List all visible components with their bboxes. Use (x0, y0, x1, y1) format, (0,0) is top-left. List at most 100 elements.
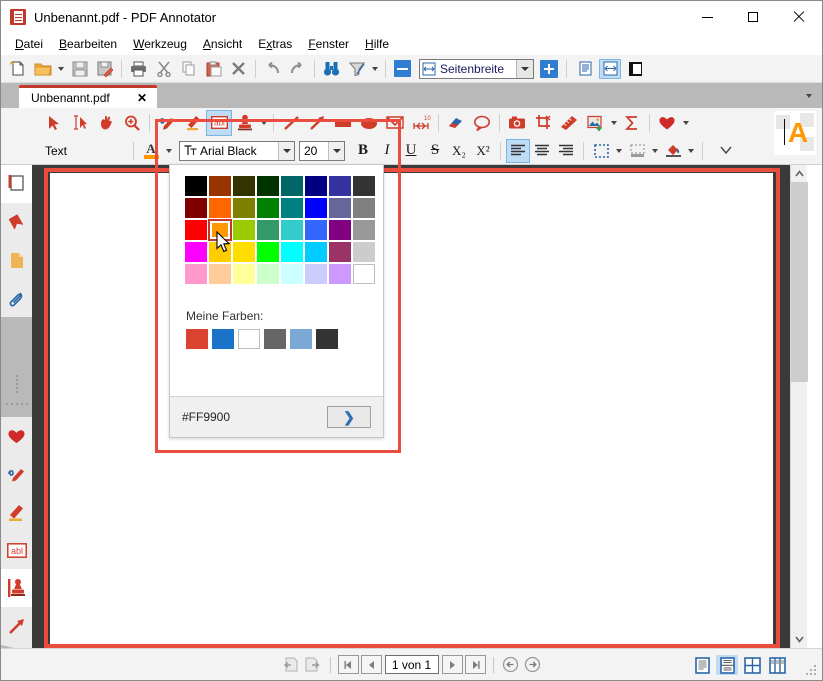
align-right-icon[interactable] (554, 139, 578, 163)
color-picker-popup[interactable]: Meine Farben: #FF9900 ❯ (169, 164, 384, 438)
polygon-tool[interactable] (382, 110, 408, 136)
bold-button[interactable]: B (351, 139, 375, 163)
zoom-out-icon[interactable] (390, 57, 415, 81)
formula-sigma-tool[interactable] (619, 110, 645, 136)
fit-width-view-icon[interactable] (599, 58, 621, 79)
document-tab[interactable]: Unbenannt.pdf ✕ (19, 85, 157, 108)
font-size-combo[interactable]: 20 (299, 140, 345, 161)
tab-overflow-menu-icon[interactable] (800, 87, 818, 105)
font-size-dropdown-arrow[interactable] (328, 141, 344, 160)
bookmark-ribbon-tool[interactable] (1, 203, 32, 248)
find-binoculars-icon[interactable] (319, 57, 344, 81)
color-swatch[interactable] (232, 219, 256, 241)
print-icon[interactable] (126, 57, 151, 81)
paint-bucket-dropdown-icon[interactable] (685, 139, 697, 163)
next-page-button[interactable] (441, 655, 463, 674)
hex-value-text[interactable]: #FF9900 (182, 410, 327, 424)
resize-grip[interactable] (806, 665, 818, 677)
color-swatch[interactable] (232, 263, 256, 285)
single-page-view-icon[interactable] (574, 59, 596, 79)
cell-fill-dropdown-icon[interactable] (649, 139, 661, 163)
last-page-button[interactable] (464, 655, 486, 674)
page-thumbnail-tool[interactable] (1, 165, 32, 210)
first-page-button[interactable] (337, 655, 359, 674)
arrow-tool[interactable] (304, 110, 330, 136)
strikethrough-button[interactable]: S (423, 139, 447, 163)
new-document-icon[interactable] (5, 57, 30, 81)
filter-icon[interactable] (344, 57, 369, 81)
color-swatch[interactable] (328, 197, 352, 219)
italic-button[interactable]: I (375, 139, 399, 163)
my-color-swatch[interactable] (290, 329, 312, 349)
scroll-down-arrow[interactable] (791, 631, 808, 648)
menu-hilfe[interactable]: Hilfe (357, 35, 397, 53)
ruler-tool[interactable] (556, 110, 582, 136)
select-arrow-tool[interactable] (41, 110, 67, 136)
color-swatch[interactable] (280, 263, 304, 285)
my-color-swatch[interactable] (186, 329, 208, 349)
squiggle-pen-tool[interactable] (154, 110, 180, 136)
previous-page-button[interactable] (360, 655, 382, 674)
align-left-icon[interactable] (506, 138, 530, 163)
paste-icon[interactable] (201, 57, 226, 81)
color-swatch[interactable] (256, 197, 280, 219)
my-colors-row[interactable] (170, 329, 383, 349)
save-icon[interactable] (67, 57, 92, 81)
favorites-heart-tool[interactable] (1, 417, 32, 462)
border-style-icon[interactable] (589, 139, 613, 163)
snapshot-camera-tool[interactable] (504, 110, 530, 136)
two-page-layout-icon[interactable] (741, 655, 763, 675)
color-swatch[interactable] (208, 197, 232, 219)
color-swatch-grid[interactable] (170, 165, 383, 285)
stamp-tool[interactable] (232, 110, 258, 136)
color-swatch[interactable] (256, 241, 280, 263)
font-color-icon[interactable]: A (139, 139, 163, 163)
color-swatch[interactable] (328, 219, 352, 241)
zoom-combo[interactable]: Seitenbreite (419, 58, 534, 79)
underline-button[interactable]: U (399, 139, 423, 163)
align-center-icon[interactable] (530, 139, 554, 163)
color-swatch[interactable] (280, 241, 304, 263)
color-swatch[interactable] (184, 241, 208, 263)
color-swatch[interactable] (328, 175, 352, 197)
font-family-dropdown-arrow[interactable] (278, 141, 294, 160)
open-dropdown-icon[interactable] (55, 57, 67, 81)
color-swatch[interactable] (256, 219, 280, 241)
color-swatch[interactable] (304, 263, 328, 285)
zoom-magnifier-tool[interactable] (119, 110, 145, 136)
next-view-icon[interactable] (302, 655, 324, 675)
rectangle-tool[interactable] (330, 110, 356, 136)
stamp-tool[interactable] (1, 569, 32, 614)
menu-bearbeiten[interactable]: Bearbeiten (51, 35, 125, 53)
redo-icon[interactable] (285, 57, 310, 81)
save-as-icon[interactable] (92, 57, 117, 81)
scroll-up-arrow[interactable] (791, 165, 808, 182)
continuous-layout-icon[interactable] (716, 655, 738, 675)
paint-bucket-icon[interactable] (661, 139, 685, 163)
close-button[interactable] (776, 1, 822, 33)
cut-icon[interactable] (151, 57, 176, 81)
color-swatch[interactable] (280, 219, 304, 241)
color-swatch[interactable] (352, 241, 376, 263)
maximize-button[interactable] (730, 1, 776, 33)
color-swatch[interactable] (352, 175, 376, 197)
font-family-combo[interactable]: Arial Black (179, 140, 295, 161)
color-swatch[interactable] (184, 263, 208, 285)
filter-dropdown-icon[interactable] (369, 57, 381, 81)
scrollbar-thumb[interactable] (791, 182, 808, 382)
page-number-input[interactable]: 1 von 1 (384, 655, 439, 674)
color-swatch[interactable] (232, 175, 256, 197)
document-area[interactable] (32, 165, 808, 648)
border-style-dropdown-icon[interactable] (613, 139, 625, 163)
ellipse-tool[interactable] (356, 110, 382, 136)
previous-view-icon[interactable] (280, 655, 302, 675)
color-swatch[interactable] (304, 197, 328, 219)
crop-tool[interactable] (530, 110, 556, 136)
open-folder-icon[interactable] (30, 57, 55, 81)
zoom-dropdown-arrow[interactable] (516, 59, 533, 78)
zoom-in-plus-button[interactable] (540, 59, 558, 78)
color-swatch[interactable] (352, 263, 376, 285)
stamp-dropdown-icon[interactable] (258, 110, 269, 136)
color-swatch[interactable] (184, 197, 208, 219)
color-swatch[interactable] (352, 219, 376, 241)
